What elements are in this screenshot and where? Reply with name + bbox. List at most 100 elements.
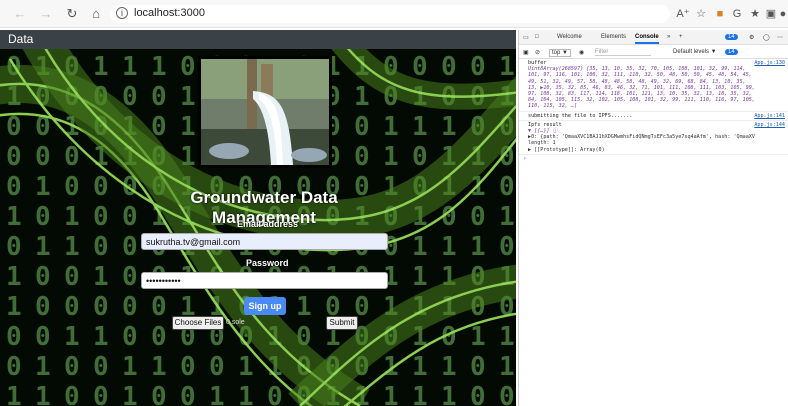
svg-text:1: 1 [64, 232, 80, 262]
email-label: Email address [237, 219, 299, 229]
svg-text:0: 0 [499, 172, 515, 202]
favorites-icon[interactable]: ★ [748, 7, 762, 21]
svg-text:0: 0 [64, 292, 80, 322]
tab-console[interactable]: Console [635, 34, 659, 44]
reload-icon[interactable]: ↻ [64, 6, 80, 22]
svg-text:0: 0 [93, 202, 109, 232]
choose-files-button[interactable]: Choose Files [172, 316, 224, 330]
svg-text:1: 1 [499, 52, 515, 82]
svg-text:1: 1 [238, 352, 254, 382]
svg-text:1: 1 [151, 352, 167, 382]
favorites-add-icon[interactable]: ☆ [694, 7, 708, 21]
sync-icon[interactable]: G [730, 7, 744, 21]
svg-text:0: 0 [499, 232, 515, 262]
info-icon[interactable]: i [116, 7, 128, 19]
extension-icon[interactable]: ■ [713, 7, 727, 21]
tab-elements[interactable]: Elements [601, 34, 626, 40]
svg-text:1: 1 [35, 172, 51, 202]
svg-text:0: 0 [35, 262, 51, 292]
eye-icon[interactable]: ◉ [579, 49, 584, 56]
console-line[interactable]: ▶ [[Prototype]]: Array(0) [519, 147, 788, 155]
svg-text:0: 0 [470, 202, 486, 232]
settings-gear-icon[interactable]: ⚙ [749, 34, 754, 41]
source-link[interactable]: App.js:141 [754, 113, 785, 119]
levels-select[interactable]: Default levels ▼ [673, 49, 717, 55]
svg-text:0: 0 [180, 52, 196, 82]
svg-text:1: 1 [6, 382, 22, 406]
more-tabs-icon[interactable]: » [667, 34, 670, 40]
filter-input[interactable]: Filter [595, 49, 651, 56]
svg-text:1: 1 [6, 262, 22, 292]
svg-text:1: 1 [499, 352, 515, 382]
svg-text:1: 1 [441, 352, 457, 382]
svg-text:1: 1 [35, 232, 51, 262]
read-aloud-icon[interactable]: A⁺ [676, 7, 690, 21]
svg-text:0: 0 [122, 262, 138, 292]
svg-text:0: 0 [180, 352, 196, 382]
home-icon[interactable]: ⌂ [88, 6, 104, 22]
svg-text:0: 0 [64, 352, 80, 382]
svg-text:0: 0 [93, 292, 109, 322]
forward-icon[interactable]: → [38, 6, 54, 22]
svg-text:0: 0 [151, 82, 167, 112]
svg-text:1: 1 [122, 382, 138, 406]
collections-icon[interactable]: ▣ [764, 7, 778, 21]
password-label: Password [246, 258, 289, 268]
svg-text:0: 0 [441, 52, 457, 82]
url-text: localhost:3000 [134, 7, 205, 19]
svg-text:0: 0 [6, 112, 22, 142]
signup-button[interactable]: Sign up [244, 297, 286, 315]
clear-console-icon[interactable]: ⊘ [535, 49, 540, 56]
svg-text:1: 1 [354, 82, 370, 112]
svg-text:0: 0 [93, 352, 109, 382]
svg-text:1: 1 [64, 202, 80, 232]
svg-text:1: 1 [383, 352, 399, 382]
svg-text:1: 1 [499, 202, 515, 232]
browser-toolbar: ← → ↻ ⌂ i localhost:3000 A⁺ ☆ ■ G ★ ▣ ● [0, 0, 788, 28]
svg-text:1: 1 [209, 382, 225, 406]
submit-button[interactable]: Submit [326, 316, 358, 330]
svg-text:0: 0 [180, 382, 196, 406]
inspect-icon[interactable]: □ [535, 34, 539, 40]
svg-text:1: 1 [412, 382, 428, 406]
console-prompt[interactable]: › [519, 155, 788, 162]
context-select[interactable]: top ▼ [549, 49, 571, 57]
password-field[interactable]: ••••••••••• [141, 272, 388, 289]
devtools-panel: ▭ □ Welcome Elements Console » + 14 ⚙ ◯ … [518, 30, 788, 406]
console-line[interactable]: Uint8Array(268597) [35, 13, 10, 35, 32, … [519, 66, 788, 112]
add-tab-icon[interactable]: + [679, 34, 683, 40]
svg-text:1: 1 [151, 52, 167, 82]
svg-text:0: 0 [6, 352, 22, 382]
svg-text:0: 0 [64, 172, 80, 202]
email-field[interactable]: sukrutha.tv@gmail.com [141, 233, 388, 250]
svg-text:1: 1 [470, 322, 486, 352]
svg-text:1: 1 [93, 322, 109, 352]
svg-text:0: 0 [122, 322, 138, 352]
svg-text:1: 1 [412, 112, 428, 142]
more-options-icon[interactable]: ⋯ [777, 34, 783, 41]
svg-text:0: 0 [151, 382, 167, 406]
svg-text:0: 0 [470, 52, 486, 82]
svg-text:0: 0 [151, 322, 167, 352]
address-bar[interactable]: i localhost:3000 [110, 5, 670, 23]
file-status: 0 sole [226, 319, 245, 326]
issues-badge[interactable]: 14 [725, 34, 738, 40]
svg-text:0: 0 [6, 172, 22, 202]
devtools-tabs: ▭ □ Welcome Elements Console » + 14 ⚙ ◯ … [519, 30, 788, 45]
sidebar-toggle-icon[interactable]: ▣ [523, 49, 529, 56]
svg-text:1: 1 [93, 52, 109, 82]
back-icon[interactable]: ← [12, 6, 28, 22]
svg-text:0: 0 [93, 382, 109, 406]
svg-text:0: 0 [122, 202, 138, 232]
svg-text:0: 0 [35, 322, 51, 352]
svg-text:1: 1 [238, 382, 254, 406]
device-toolbar-icon[interactable]: ▭ [523, 34, 529, 41]
tab-welcome[interactable]: Welcome [557, 34, 582, 40]
profile-icon[interactable]: ● [778, 7, 788, 21]
console-line: submitting the file to IPFS....... App.js… [519, 113, 788, 121]
svg-text:1: 1 [296, 292, 312, 322]
customize-icon[interactable]: ◯ [763, 34, 770, 41]
web-page: Data 01000101100110001010001100100110010… [0, 30, 516, 406]
svg-text:0: 0 [35, 292, 51, 322]
levels-badge: 14 [725, 49, 738, 55]
